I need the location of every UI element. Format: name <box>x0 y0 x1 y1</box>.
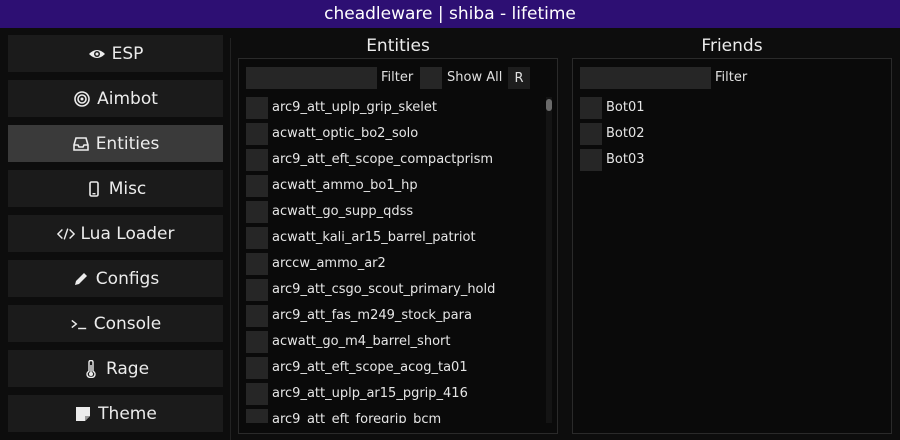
list-item[interactable]: arccw_ammo_ar2 <box>246 253 542 275</box>
friends-list: Bot01 Bot02 Bot03 <box>580 97 880 197</box>
sidebar-item-label: ESP <box>111 43 144 64</box>
sidebar-item-label: Misc <box>108 178 147 199</box>
entities-title: Entities <box>366 36 430 56</box>
list-item[interactable]: arc9_att_fas_m249_stock_para <box>246 305 542 327</box>
sidebar-item-aimbot[interactable]: Aimbot <box>8 80 223 117</box>
list-item[interactable]: arc9_att_uplp_grip_skelet <box>246 97 542 119</box>
entity-checkbox[interactable] <box>246 253 268 275</box>
entity-name: acwatt_optic_bo2_solo <box>272 126 419 141</box>
entity-checkbox[interactable] <box>246 123 268 145</box>
entity-name: acwatt_kali_ar15_barrel_patriot <box>272 230 476 245</box>
entities-scrollbar[interactable] <box>546 97 552 423</box>
sidebar-item-console[interactable]: Console <box>8 305 223 342</box>
friends-filter-input[interactable] <box>580 67 711 89</box>
sidebar-item-label: Theme <box>98 403 157 424</box>
show-all-label: Show All <box>447 70 503 85</box>
list-item[interactable]: Bot01 <box>580 97 880 119</box>
sidebar-item-theme[interactable]: Theme <box>8 395 223 432</box>
sidebar-divider <box>230 38 231 440</box>
list-item[interactable]: arc9_att_eft_foregrip_bcm <box>246 409 542 423</box>
main-window: ESP Aimbot Entities Misc Lua Loader Conf… <box>0 28 900 440</box>
friends-filter-label: Filter <box>715 70 748 85</box>
entity-checkbox[interactable] <box>246 357 268 379</box>
entity-name: arc9_att_eft_foregrip_bcm <box>272 412 442 423</box>
sidebar-item-label: Entities <box>95 133 160 154</box>
sidebar-item-label: Configs <box>95 268 160 289</box>
list-item[interactable]: arc9_att_eft_scope_compactprism <box>246 149 542 171</box>
entity-checkbox[interactable] <box>246 331 268 353</box>
window-title: cheadleware | shiba - lifetime <box>324 4 576 24</box>
entities-filter-input[interactable] <box>246 67 377 89</box>
code-icon <box>56 225 75 243</box>
list-item[interactable]: arc9_att_eft_scope_acog_ta01 <box>246 357 542 379</box>
sidebar-item-label: Rage <box>105 358 150 379</box>
sidebar-item-label: Aimbot <box>97 88 158 109</box>
friend-name: Bot01 <box>606 100 645 115</box>
entity-name: arc9_att_uplp_ar15_pgrip_416 <box>272 386 468 401</box>
scrollbar-thumb[interactable] <box>546 99 552 111</box>
entity-checkbox[interactable] <box>246 305 268 327</box>
list-item[interactable]: acwatt_ammo_bo1_hp <box>246 175 542 197</box>
entity-checkbox[interactable] <box>246 201 268 223</box>
list-item[interactable]: Bot02 <box>580 123 880 145</box>
friend-checkbox[interactable] <box>580 123 602 145</box>
entity-checkbox[interactable] <box>246 383 268 405</box>
entity-name: arc9_att_uplp_grip_skelet <box>272 100 437 115</box>
friend-name: Bot03 <box>606 152 645 167</box>
entity-checkbox[interactable] <box>246 409 268 423</box>
entity-name: acwatt_go_m4_barrel_short <box>272 334 451 349</box>
entity-checkbox[interactable] <box>246 227 268 249</box>
entity-name: acwatt_ammo_bo1_hp <box>272 178 418 193</box>
friend-checkbox[interactable] <box>580 97 602 119</box>
entities-filter-label: Filter <box>381 70 414 85</box>
target-icon <box>73 90 91 108</box>
friend-name: Bot02 <box>606 126 645 141</box>
list-item[interactable]: acwatt_optic_bo2_solo <box>246 123 542 145</box>
list-item[interactable]: Bot03 <box>580 149 880 171</box>
eye-icon <box>88 45 106 63</box>
sidebar-item-misc[interactable]: Misc <box>8 170 223 207</box>
sidebar-item-configs[interactable]: Configs <box>8 260 223 297</box>
terminal-icon <box>70 315 88 333</box>
sidebar-item-label: Lua Loader <box>80 223 175 244</box>
entity-name: acwatt_go_supp_qdss <box>272 204 414 219</box>
list-item[interactable]: arc9_att_csgo_scout_primary_hold <box>246 279 542 301</box>
friend-checkbox[interactable] <box>580 149 602 171</box>
entity-name: arc9_att_eft_scope_acog_ta01 <box>272 360 468 375</box>
entity-name: arc9_att_eft_scope_compactprism <box>272 152 494 167</box>
pencil-icon <box>72 270 90 288</box>
list-item[interactable]: acwatt_go_supp_qdss <box>246 201 542 223</box>
sidebar-item-rage[interactable]: Rage <box>8 350 223 387</box>
thermometer-icon <box>82 359 100 378</box>
list-item[interactable]: acwatt_go_m4_barrel_short <box>246 331 542 353</box>
sidebar-item-esp[interactable]: ESP <box>8 35 223 72</box>
sidebar-item-entities[interactable]: Entities <box>8 125 223 162</box>
show-all-checkbox[interactable] <box>420 67 442 89</box>
list-item[interactable]: acwatt_kali_ar15_barrel_patriot <box>246 227 542 249</box>
phone-icon <box>85 180 103 198</box>
entity-name: arccw_ammo_ar2 <box>272 256 386 271</box>
sidebar-item-lua-loader[interactable]: Lua Loader <box>8 215 223 252</box>
entity-checkbox[interactable] <box>246 149 268 171</box>
entity-checkbox[interactable] <box>246 279 268 301</box>
entities-panel: Filter Show All R arc9_att_uplp_grip_ske… <box>238 58 558 434</box>
entities-list: arc9_att_uplp_grip_skelet acwatt_optic_b… <box>246 97 542 423</box>
entity-checkbox[interactable] <box>246 175 268 197</box>
entity-name: arc9_att_csgo_scout_primary_hold <box>272 282 496 297</box>
entity-checkbox[interactable] <box>246 97 268 119</box>
friends-panel: Filter Bot01 Bot02 Bot03 <box>572 58 892 434</box>
refresh-button[interactable]: R <box>508 67 530 89</box>
entity-name: arc9_att_fas_m249_stock_para <box>272 308 472 323</box>
note-icon <box>74 405 92 423</box>
title-bar: cheadleware | shiba - lifetime <box>0 0 900 28</box>
list-item[interactable]: arc9_att_uplp_ar15_pgrip_416 <box>246 383 542 405</box>
sidebar-item-label: Console <box>93 313 162 334</box>
friends-title: Friends <box>701 36 763 56</box>
inbox-icon <box>72 135 90 153</box>
